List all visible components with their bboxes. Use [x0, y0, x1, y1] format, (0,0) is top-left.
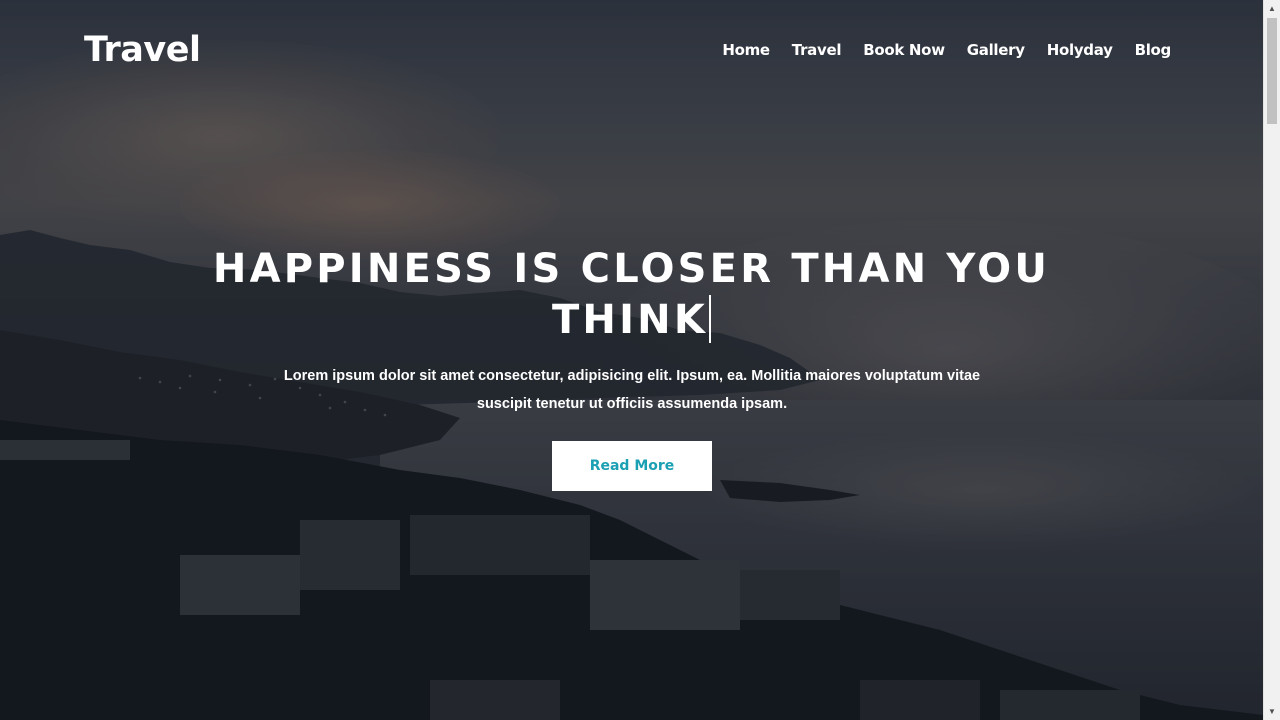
read-more-button[interactable]: Read More: [552, 441, 712, 491]
vertical-scrollbar[interactable]: ▲ ▼: [1263, 0, 1280, 720]
hero-title-text: HAPPINESS IS CLOSER THAN YOU THINK: [212, 246, 1051, 343]
chevron-down-icon[interactable]: ▼: [1264, 703, 1280, 720]
browser-viewport: Travel Home Travel Book Now Gallery Holy…: [0, 0, 1280, 720]
typing-cursor: [709, 295, 712, 343]
hero-section: HAPPINESS IS CLOSER THAN YOU THINK Lorem…: [0, 0, 1263, 720]
scrollbar-thumb[interactable]: [1267, 18, 1277, 124]
chevron-up-icon[interactable]: ▲: [1264, 0, 1280, 17]
hero-description: Lorem ipsum dolor sit amet consectetur, …: [283, 368, 981, 412]
hero-title: HAPPINESS IS CLOSER THAN YOU THINK: [190, 244, 1073, 346]
